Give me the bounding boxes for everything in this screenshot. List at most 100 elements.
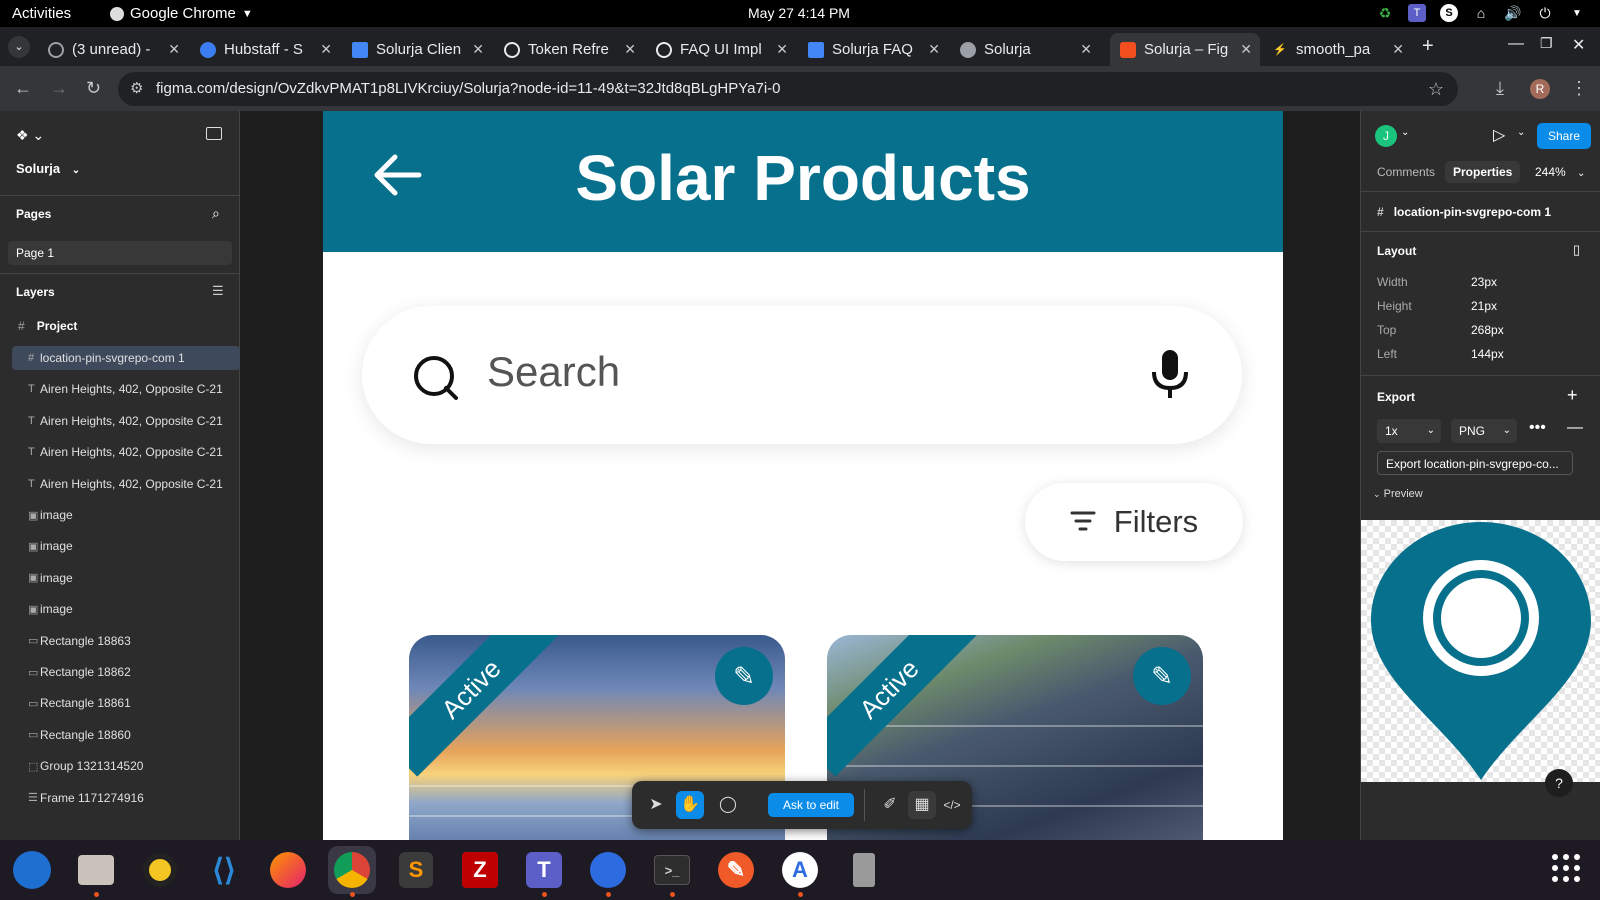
reload-icon[interactable]: ↻ <box>86 78 101 99</box>
activities-button[interactable]: Activities <box>12 5 71 22</box>
remove-export-icon[interactable]: — <box>1567 419 1583 437</box>
sidebar-toggle-icon[interactable] <box>206 127 222 140</box>
chrome-dock-icon[interactable] <box>328 846 376 897</box>
zoom-level[interactable]: 244% ⌄ <box>1535 165 1585 179</box>
chevron-down-icon[interactable]: ⌄ <box>1517 127 1525 138</box>
close-icon[interactable]: ✕ <box>1392 41 1404 58</box>
move-tool-icon[interactable]: ➤ <box>642 791 670 819</box>
export-button[interactable]: Export location-pin-svgrepo-co... <box>1377 451 1573 475</box>
design-frame[interactable]: Solar Products Search Filters Active ✎ A… <box>323 111 1283 840</box>
edit-pencil-icon[interactable]: ✎ <box>715 647 773 705</box>
ask-to-edit-button[interactable]: Ask to edit <box>768 793 854 817</box>
profile-avatar[interactable]: R <box>1530 79 1550 99</box>
close-icon[interactable]: ✕ <box>624 41 636 58</box>
network-icon[interactable]: ⌂ <box>1472 4 1490 22</box>
add-export-icon[interactable]: + <box>1567 385 1578 406</box>
figma-menu-icon[interactable]: ❖ ⌄ <box>16 127 44 144</box>
filezilla-icon[interactable]: Z <box>456 846 504 894</box>
close-window-icon[interactable]: ✕ <box>1572 35 1585 55</box>
close-icon[interactable]: ✕ <box>472 41 484 58</box>
layout-value[interactable]: 268px <box>1471 323 1504 337</box>
layer-item[interactable]: T Airen Heights, 402, Opposite C-21 <box>12 377 240 401</box>
dev-mode-icon[interactable]: </> <box>938 791 966 819</box>
tab-properties[interactable]: Properties <box>1445 161 1521 183</box>
sublime-icon[interactable]: S <box>392 846 440 894</box>
close-icon[interactable]: ✕ <box>320 41 332 58</box>
forward-icon[interactable]: → <box>50 78 68 99</box>
layers-list-icon[interactable]: ☰ <box>212 283 224 299</box>
search-bar[interactable]: Search <box>362 306 1242 444</box>
layout-value[interactable]: 23px <box>1471 275 1497 289</box>
layer-item[interactable]: ⬚ Group 1321314520 <box>12 754 240 778</box>
preview-toggle[interactable]: ⌄ Preview <box>1373 488 1423 500</box>
download-icon[interactable]: ⤓ <box>1496 78 1504 99</box>
layer-item[interactable]: # location-pin-svgrepo-com 1 <box>12 346 240 370</box>
volume-icon[interactable]: 🔊 <box>1504 4 1522 22</box>
microphone-icon[interactable] <box>1150 348 1190 405</box>
chevron-down-icon[interactable]: ⌄ <box>1401 127 1409 138</box>
layer-item[interactable]: ▭ Rectangle 18863 <box>12 629 240 653</box>
layer-item[interactable]: ☰ Frame 1171274916 <box>12 786 240 810</box>
search-input[interactable]: Search <box>487 348 620 396</box>
tab-mail[interactable]: (3 unread) - ✕ <box>38 33 188 66</box>
teams-icon[interactable]: T <box>520 846 568 897</box>
draw-icon[interactable]: ✐ <box>876 791 904 819</box>
skype-icon[interactable]: S <box>1440 4 1458 22</box>
firefox-icon[interactable] <box>264 846 312 894</box>
hubstaff-dock-icon[interactable] <box>584 846 632 897</box>
maximize-icon[interactable]: ❐ <box>1540 35 1553 52</box>
app-menu[interactable]: Google Chrome ▼ <box>110 5 253 22</box>
more-options-icon[interactable]: ••• <box>1529 419 1546 437</box>
layer-item[interactable]: ▣ image <box>12 503 240 527</box>
layout-value[interactable]: 144px <box>1471 347 1504 361</box>
design-mode-icon[interactable]: ▦ <box>908 791 936 819</box>
kebab-menu-icon[interactable]: ⋮ <box>1570 78 1588 99</box>
tab-solurja-client[interactable]: Solurja Clien ✕ <box>342 33 492 66</box>
layer-item[interactable]: ▭ Rectangle 18862 <box>12 660 240 684</box>
layer-item[interactable]: T Airen Heights, 402, Opposite C-21 <box>12 472 240 496</box>
teams-tray-icon[interactable]: T <box>1408 4 1426 22</box>
file-name[interactable]: Solurja ⌄ <box>16 161 80 176</box>
power-icon[interactable]: ⏻ <box>1536 4 1554 22</box>
share-button[interactable]: Share <box>1537 123 1591 149</box>
close-icon[interactable]: ✕ <box>776 41 788 58</box>
minimize-icon[interactable]: — <box>1508 35 1524 53</box>
terminal-icon[interactable]: >_ <box>648 846 696 897</box>
user-avatar[interactable]: J <box>1375 125 1397 147</box>
tab-comments[interactable]: Comments <box>1369 161 1443 183</box>
files-icon[interactable] <box>72 846 120 897</box>
hand-tool-icon[interactable]: ✋ <box>676 791 704 819</box>
clock[interactable]: May 27 4:14 PM <box>748 5 850 21</box>
tab-search-button[interactable]: ⌄ <box>8 36 30 58</box>
page-item-page-1[interactable]: Page 1 <box>8 241 232 265</box>
layer-item[interactable]: ▭ Rectangle 18861 <box>12 691 240 715</box>
present-play-icon[interactable]: ▷ <box>1493 125 1505 145</box>
site-info-icon[interactable]: ⚙ <box>130 72 143 106</box>
recycle-icon[interactable]: ♻ <box>1376 4 1394 22</box>
new-tab-button[interactable]: + <box>1422 35 1434 58</box>
pencil-app-icon[interactable]: ✎ <box>712 846 760 894</box>
help-button[interactable]: ? <box>1545 769 1573 797</box>
search-icon[interactable]: ⌕ <box>212 205 220 222</box>
layer-item[interactable]: ▭ Rectangle 18860 <box>12 723 240 747</box>
thunderbird-icon[interactable] <box>8 846 56 894</box>
vscode-icon[interactable]: ⟨⟩ <box>200 846 248 894</box>
close-icon[interactable]: ✕ <box>1240 41 1252 58</box>
export-scale-select[interactable]: 1x ⌄ <box>1377 419 1441 443</box>
app-center-icon[interactable]: A <box>776 846 824 897</box>
tab-smooth-page[interactable]: ⚡ smooth_pa ✕ <box>1262 33 1412 66</box>
clipboard-icon[interactable]: ▯ <box>1573 242 1580 258</box>
rhythmbox-icon[interactable] <box>136 846 184 894</box>
bookmark-star-icon[interactable]: ☆ <box>1428 72 1444 106</box>
tab-solurja[interactable]: Solurja ✕ <box>950 33 1100 66</box>
comment-icon[interactable]: ◯ <box>714 791 742 819</box>
export-format-select[interactable]: PNG ⌄ <box>1451 419 1517 443</box>
tab-solurja-faq[interactable]: Solurja FAQ ✕ <box>798 33 948 66</box>
chevron-down-icon[interactable]: ▼ <box>1568 4 1586 22</box>
address-bar[interactable]: ⚙ figma.com/design/OvZdkvPMAT1p8LIVKrciu… <box>118 72 1458 106</box>
layer-item[interactable]: ▣ image <box>12 566 240 590</box>
tab-faq-ui[interactable]: FAQ UI Impl ✕ <box>646 33 796 66</box>
layer-item[interactable]: ▣ image <box>12 534 240 558</box>
device-icon[interactable] <box>840 846 888 894</box>
close-icon[interactable]: ✕ <box>1080 41 1092 58</box>
